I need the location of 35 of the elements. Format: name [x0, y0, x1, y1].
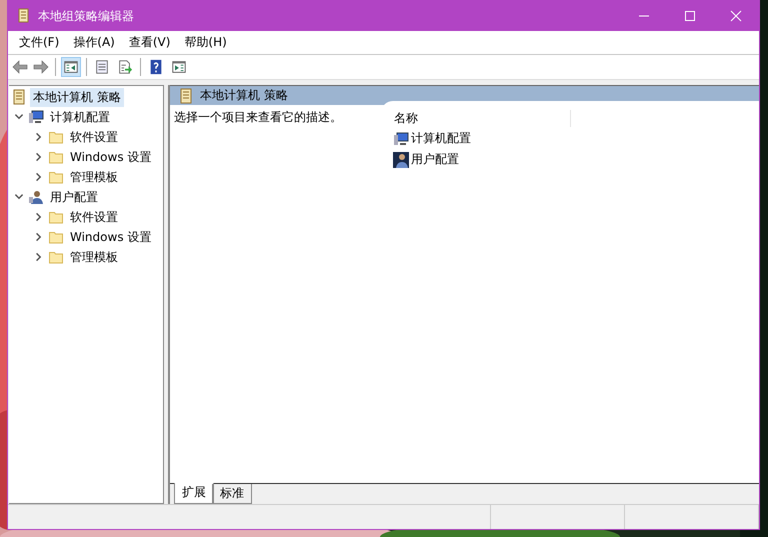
column-header[interactable]: 名称: [381, 110, 571, 126]
folder-icon: [48, 129, 64, 145]
tree-item[interactable]: 本地计算机 策略: [30, 88, 124, 106]
policy-icon: [11, 89, 27, 105]
menu-item[interactable]: 帮助(H): [177, 34, 234, 51]
policy-icon: [178, 88, 194, 104]
menu-item[interactable]: 文件(F): [12, 34, 66, 51]
folder-icon: [48, 229, 64, 245]
tree-item[interactable]: 用户配置: [47, 188, 101, 206]
tree-item[interactable]: 管理模板: [67, 168, 121, 186]
folder-icon: [48, 249, 64, 265]
pane-title: 本地计算机 策略: [200, 87, 288, 104]
tree-item[interactable]: 计算机配置: [47, 108, 113, 126]
user-icon: [393, 152, 409, 168]
computer-icon: [28, 109, 44, 125]
list-item[interactable]: 用户配置: [411, 151, 459, 168]
list-item[interactable]: 计算机配置: [411, 130, 471, 147]
menu-item[interactable]: 查看(V): [122, 34, 178, 51]
window-title: 本地组策略编辑器: [38, 8, 134, 24]
folder-icon: [48, 209, 64, 225]
tree-item[interactable]: 软件设置: [67, 208, 121, 226]
tab[interactable]: 标准: [212, 484, 252, 504]
tree-item[interactable]: Windows 设置: [67, 148, 154, 166]
policy-icon: [16, 8, 30, 24]
folder-icon: [48, 149, 64, 165]
description-text: 选择一个项目来查看它的描述。: [174, 110, 342, 124]
user-icon: [28, 189, 44, 205]
menu-item[interactable]: 操作(A): [66, 34, 122, 51]
tree-item[interactable]: Windows 设置: [67, 228, 154, 246]
pane-icon[interactable]: [61, 57, 81, 77]
computer-icon: [393, 130, 409, 146]
tree-item[interactable]: 管理模板: [67, 248, 121, 266]
tree-item[interactable]: 软件设置: [67, 128, 121, 146]
tab[interactable]: 扩展: [174, 483, 214, 504]
folder-icon: [48, 169, 64, 185]
